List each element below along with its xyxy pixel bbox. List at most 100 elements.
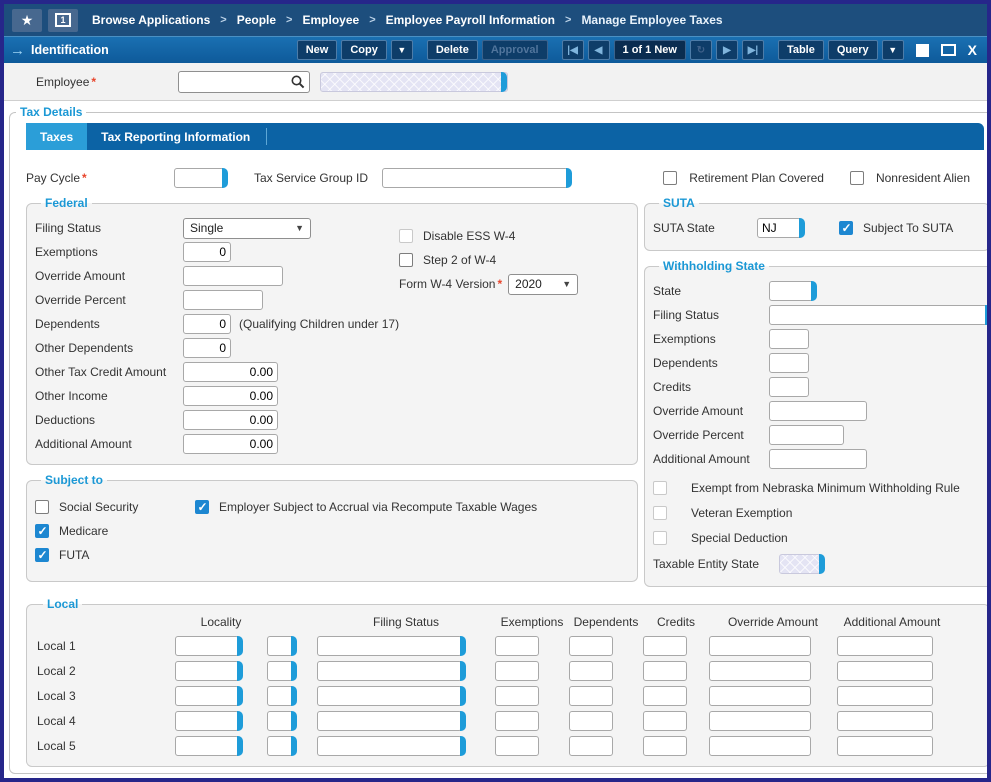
local-4-dependents-input[interactable] [569,711,613,731]
local-5-override-amount-input[interactable] [709,736,811,756]
new-button[interactable]: New [297,40,338,60]
wh-exemptions-input[interactable] [769,329,809,349]
local-2-credits-input[interactable] [643,661,687,681]
local-5-dependents-input[interactable] [569,736,613,756]
local-3-dependents-input[interactable] [569,686,613,706]
wh-additional-amount-input[interactable] [769,449,867,469]
local-2-exemptions-input[interactable] [495,661,539,681]
first-record-button[interactable]: |◀ [562,40,584,60]
local-1-additional-amount-input[interactable] [837,636,933,656]
wh-override-percent-input[interactable] [769,425,844,445]
wh-state-input[interactable] [769,281,813,301]
tax-service-group-id-input[interactable] [382,168,568,188]
local-2-filing-status-input[interactable] [317,661,462,681]
chevron-down-icon: ▼ [562,279,571,289]
federal-additional-amount-input[interactable] [183,434,278,454]
local-1-filing-status-input[interactable] [317,636,462,656]
federal-override-amount-input[interactable] [183,266,283,286]
last-record-button[interactable]: ▶| [742,40,764,60]
favorite-button[interactable]: ★ [12,9,42,32]
field-cap [291,711,297,731]
federal-override-percent-input[interactable] [183,290,263,310]
federal-dependents-input[interactable] [183,314,231,334]
local-1-credits-input[interactable] [643,636,687,656]
federal-exemptions-input[interactable] [183,242,231,262]
breadcrumb-item-employee-payroll-information[interactable]: Employee Payroll Information [386,13,555,27]
wh-dependents-input[interactable] [769,353,809,373]
local-4-credits-input[interactable] [643,711,687,731]
federal-other-income-input[interactable] [183,386,278,406]
previous-record-button[interactable]: ◀ [588,40,610,60]
local-4-locality-input[interactable] [175,711,239,731]
local-3-code-input[interactable] [267,686,293,706]
local-4-code-input[interactable] [267,711,293,731]
local-3-filing-status-input[interactable] [317,686,462,706]
table-button[interactable]: Table [778,40,824,60]
local-5-exemptions-input[interactable] [495,736,539,756]
query-dropdown-button[interactable]: ▼ [882,40,904,60]
local-4-override-amount-input[interactable] [709,711,811,731]
breadcrumb-item-browse-applications[interactable]: Browse Applications [92,13,210,27]
disable-ess-w4-row: Disable ESS W-4 [399,224,629,248]
local-5-filing-status-input[interactable] [317,736,462,756]
tab-taxes[interactable]: Taxes [26,123,87,150]
step2-w4-checkbox[interactable] [399,253,413,267]
medicare-checkbox[interactable] [35,524,49,538]
local-1-exemptions-input[interactable] [495,636,539,656]
breadcrumb-item-people[interactable]: People [237,13,276,27]
breadcrumb-item-employee[interactable]: Employee [302,13,359,27]
local-5-additional-amount-input[interactable] [837,736,933,756]
delete-button[interactable]: Delete [427,40,478,60]
local-4-exemptions-input[interactable] [495,711,539,731]
local-2-override-amount-input[interactable] [709,661,811,681]
field-cap [566,168,572,188]
local-2-additional-amount-input[interactable] [837,661,933,681]
federal-deductions-input[interactable] [183,410,278,430]
federal-other-tax-credit-input[interactable] [183,362,278,382]
maximize-window-icon[interactable] [941,44,956,56]
local-3-override-amount-input[interactable] [709,686,811,706]
close-icon[interactable]: X [968,42,977,58]
pay-cycle-input[interactable] [174,168,224,188]
wh-override-amount-input[interactable] [769,401,867,421]
restore-window-icon[interactable] [916,44,929,57]
local-2-dependents-input[interactable] [569,661,613,681]
copy-dropdown-button[interactable]: ▼ [391,40,413,60]
federal-other-dependents-input[interactable] [183,338,231,358]
search-icon[interactable] [290,74,306,90]
tab-tax-reporting-information[interactable]: Tax Reporting Information [87,123,264,150]
wh-credits-input[interactable] [769,377,809,397]
local-3-credits-input[interactable] [643,686,687,706]
local-3-exemptions-input[interactable] [495,686,539,706]
retirement-plan-covered-checkbox[interactable] [663,171,677,185]
window-switch-button[interactable]: 1 [48,9,78,32]
form-w4-version-select[interactable]: 2020 ▼ [508,274,578,295]
local-5-locality-input[interactable] [175,736,239,756]
local-2-code-input[interactable] [267,661,293,681]
query-button[interactable]: Query [828,40,878,60]
deductions-row: Deductions [35,408,629,432]
subject-to-suta-checkbox[interactable] [839,221,853,235]
state-row: State [653,279,987,303]
copy-button[interactable]: Copy [341,40,387,60]
nonresident-alien-checkbox[interactable] [850,171,864,185]
local-4-filing-status-input[interactable] [317,711,462,731]
futa-checkbox[interactable] [35,548,49,562]
local-1-override-amount-input[interactable] [709,636,811,656]
local-5-credits-input[interactable] [643,736,687,756]
local-3-locality-input[interactable] [175,686,239,706]
local-3-additional-amount-input[interactable] [837,686,933,706]
federal-filing-status-select[interactable]: Single ▼ [183,218,311,239]
local-4-additional-amount-input[interactable] [837,711,933,731]
local-1-dependents-input[interactable] [569,636,613,656]
employee-search-input[interactable] [178,71,310,93]
next-record-button[interactable]: ▶ [716,40,738,60]
local-5-code-input[interactable] [267,736,293,756]
suta-state-input[interactable] [757,218,801,238]
employer-accrual-checkbox[interactable] [195,500,209,514]
social-security-checkbox[interactable] [35,500,49,514]
local-2-locality-input[interactable] [175,661,239,681]
wh-filing-status-input[interactable] [769,305,987,325]
local-1-code-input[interactable] [267,636,293,656]
local-1-locality-input[interactable] [175,636,239,656]
